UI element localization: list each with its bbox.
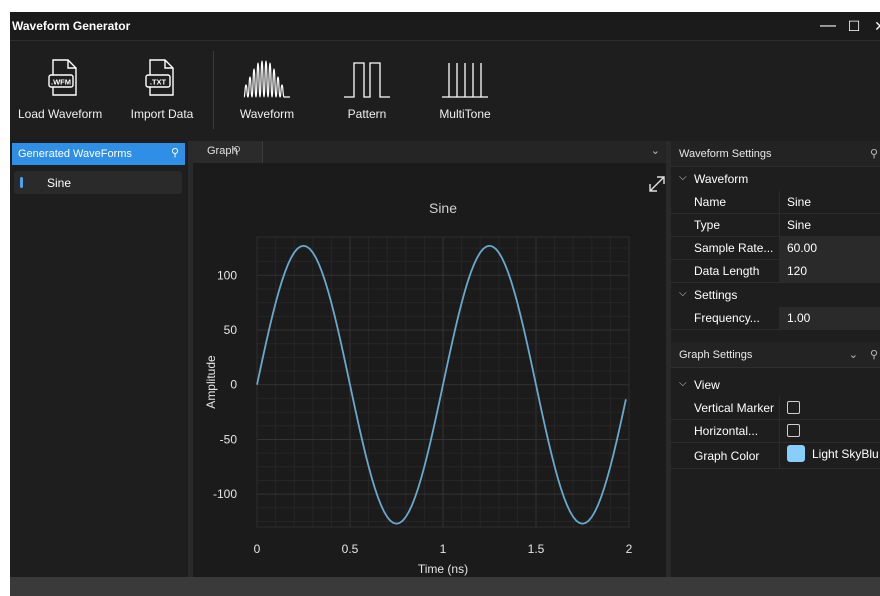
waveform-button[interactable]: Waveform [236,59,298,129]
group-view-label: View [694,378,720,392]
chart-title: Sine [429,200,457,216]
prop-name-value[interactable]: Sine [779,191,880,213]
group-waveform-label: Waveform [694,172,749,186]
waveform-list-item[interactable]: Sine [14,171,182,194]
maximize-button[interactable]: ☐ [843,15,865,37]
group-waveform[interactable]: ⌵ Waveform [671,168,880,191]
prop-vertical-marker-label: Vertical Marker [694,401,775,415]
x-tick-label: 1.5 [528,542,545,556]
multitone-button[interactable]: MultiTone [434,59,496,129]
graph-panel: Graph ⚲ ⌄ Sine 100 50 0 -50 -100 0 0.5 1 1.5 2 A… [193,141,666,577]
y-tick-label: -50 [220,432,238,446]
svg-text:.TXT: .TXT [150,78,167,87]
waveform-settings-header: Waveform Settings ⚲ [671,141,880,167]
sine-chart: Sine 100 50 0 -50 -100 0 0.5 1 1.5 2 Amplitude T… [204,200,633,576]
chevron-down-icon[interactable]: ⌵ [679,172,687,183]
toolbar-separator [213,51,214,129]
color-swatch [787,445,805,462]
pattern-button[interactable]: Pattern [340,59,394,129]
app-window: Waveform Generator — ☐ ✕ .WFM Load Wavef… [10,12,880,596]
pin-icon[interactable]: ⚲ [171,146,179,159]
prop-type-label: Type [694,218,721,232]
prop-name-row: Name Sine [671,191,880,214]
prop-frequency-label: Frequency... [694,311,760,325]
multitone-label: MultiTone [439,107,491,121]
prop-type-value[interactable]: Sine [779,214,880,236]
chevron-down-icon[interactable]: ⌄ [849,348,858,361]
y-tick-label: 50 [224,323,238,337]
graph-tab-bar: Graph ⚲ ⌄ [193,141,666,163]
waveform-icon [243,60,290,98]
x-axis-label: Time (ns) [418,562,468,576]
pin-icon[interactable]: ⚲ [233,144,241,157]
graph-settings-panel: Graph Settings ⌄ ⚲ ⌵ View Vertical Marke… [671,342,880,577]
waveform-list-item-label: Sine [47,176,72,190]
chevron-down-icon[interactable]: ⌵ [679,378,687,389]
graph-color-value: Light SkyBlu [812,447,879,461]
y-axis-label: Amplitude [204,355,218,409]
selection-marker [20,177,23,188]
close-button[interactable]: ✕ [869,15,880,37]
chevron-down-icon[interactable]: ⌵ [679,288,687,299]
data-length-input[interactable]: 120 [779,260,880,282]
group-settings[interactable]: ⌵ Settings [671,284,880,307]
vertical-marker-value [779,397,880,419]
graph-settings-header: Graph Settings ⌄ ⚲ [671,342,880,368]
waveform-label: Waveform [239,107,295,121]
prop-sample-rate-label: Sample Rate... [694,241,774,255]
sample-rate-input[interactable]: 60.00 [779,237,880,259]
prop-vertical-marker-row: Vertical Marker [671,397,880,420]
pin-icon[interactable]: ⚲ [870,147,878,160]
prop-data-length-label: Data Length [694,264,760,278]
waveform-settings-title: Waveform Settings [679,148,772,160]
prop-graph-color-row: Graph Color Light SkyBlu [671,443,880,469]
window-title: Waveform Generator [12,19,131,33]
x-tick-label: 2 [626,542,633,556]
frequency-input[interactable]: 1.00 [779,307,880,329]
minimize-button[interactable]: — [817,15,839,37]
prop-sample-rate-row: Sample Rate... 60.00 [671,237,880,260]
title-bar: Waveform Generator — ☐ ✕ [10,12,880,41]
status-bar [10,577,880,596]
load-waveform-button[interactable]: .WFM Load Waveform [18,59,102,129]
prop-type-row: Type Sine [671,214,880,237]
pattern-icon [344,62,390,98]
graph-settings-title: Graph Settings [679,349,753,361]
generated-waveforms-panel: Generated WaveForms ⚲ Sine [10,141,190,577]
prop-data-length-row: Data Length 120 [671,260,880,283]
x-tick-label: 0.5 [342,542,359,556]
prop-horizontal-marker-row: Horizontal... [671,420,880,443]
y-tick-label: 0 [230,378,237,392]
group-settings-label: Settings [694,288,738,302]
x-tick-label: 1 [440,542,447,556]
chevron-down-icon[interactable]: ⌄ [651,144,660,157]
x-tick-label: 0 [254,542,261,556]
tab-graph[interactable]: Graph ⚲ [193,141,263,163]
vertical-marker-checkbox[interactable] [787,401,800,414]
generated-waveforms-header[interactable]: Generated WaveForms ⚲ [12,143,185,165]
horizontal-marker-value [779,420,880,442]
import-data-button[interactable]: .TXT Import Data [126,59,198,129]
graph-color-select[interactable]: Light SkyBlu [779,443,880,468]
pin-icon[interactable]: ⚲ [870,348,878,361]
svg-text:.WFM: .WFM [51,78,71,87]
file-txt-icon: .TXT [145,59,174,96]
file-wfm-icon: .WFM [48,59,77,96]
multitone-icon [442,63,488,98]
toolbar: .WFM Load Waveform .TXT Import Data Wave… [10,41,880,141]
generated-waveforms-title: Generated WaveForms [18,148,132,160]
prop-graph-color-label: Graph Color [694,449,760,463]
y-tick-label: -100 [213,487,237,501]
y-tick-label: 100 [217,268,237,282]
prop-horizontal-marker-label: Horizontal... [694,424,759,438]
prop-name-label: Name [694,195,727,209]
load-waveform-label: Load Waveform [18,107,103,121]
import-data-label: Import Data [130,107,194,121]
horizontal-marker-checkbox[interactable] [787,424,800,437]
pattern-label: Pattern [347,107,387,121]
prop-frequency-row: Frequency... 1.00 [671,307,880,330]
group-view[interactable]: ⌵ View [671,374,880,397]
waveform-settings-panel: Waveform Settings ⚲ ⌵ Waveform Name Sine… [671,141,880,339]
